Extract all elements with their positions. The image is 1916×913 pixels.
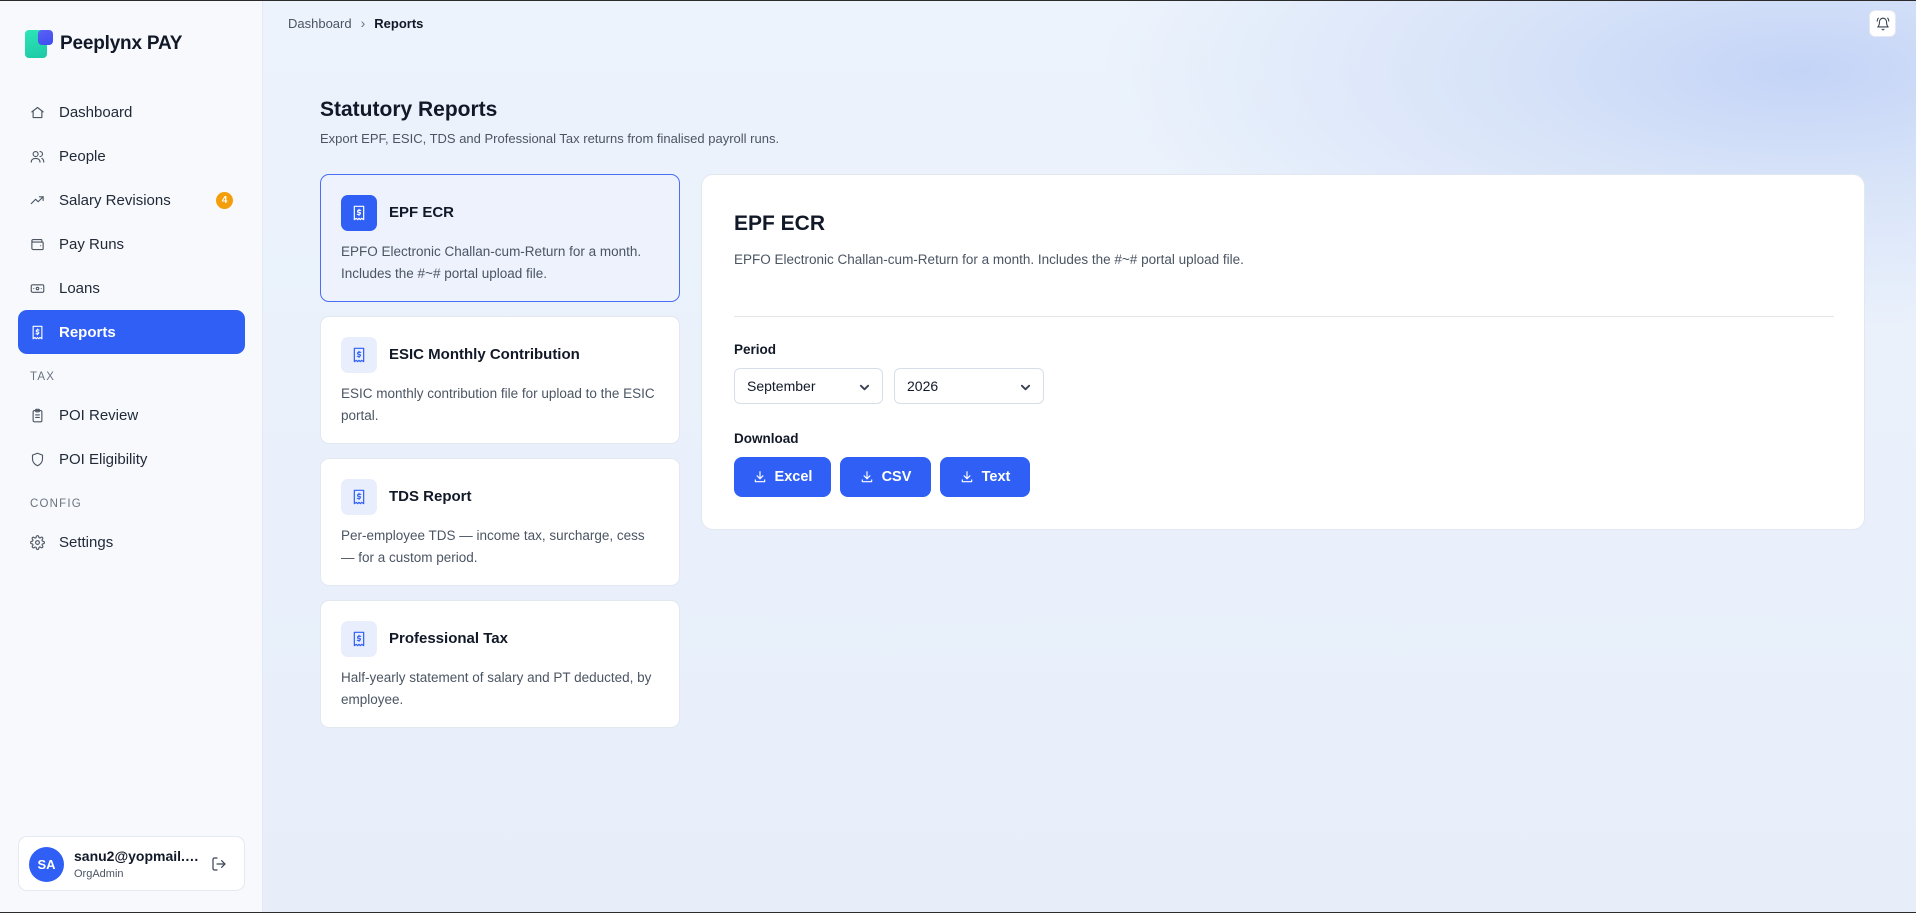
- receipt-icon: [353, 631, 365, 647]
- sidebar-item-salary-revisions[interactable]: Salary Revisions 4: [18, 178, 245, 222]
- receipt-icon: [353, 205, 365, 221]
- report-card-esic[interactable]: ESIC Monthly Contribution ESIC monthly c…: [320, 316, 680, 444]
- sidebar-item-poi-review[interactable]: POI Review: [18, 393, 245, 437]
- year-select-value: 2026: [907, 378, 939, 394]
- gear-icon: [30, 534, 45, 550]
- trending-up-icon: [30, 195, 44, 204]
- button-label: Text: [981, 469, 1011, 485]
- button-label: CSV: [881, 469, 912, 485]
- chevron-right-icon: ›: [360, 15, 366, 31]
- banknote-icon: [30, 283, 45, 293]
- brand-name: Peeplynx PAY: [60, 33, 183, 54]
- user-card[interactable]: SA sanu2@yopmail.com OrgAdmin: [18, 836, 245, 891]
- download-csv-button[interactable]: CSV: [840, 457, 931, 497]
- app-window: Peeplynx PAY Dashboard People Salary Rev…: [0, 0, 1916, 913]
- report-card-title: EPF ECR: [389, 204, 455, 221]
- chevron-down-icon: [1020, 384, 1031, 391]
- report-card-title: ESIC Monthly Contribution: [389, 346, 580, 363]
- notifications-button[interactable]: [1869, 10, 1896, 37]
- report-icon-wrap: [341, 479, 377, 515]
- download-icon: [861, 471, 872, 483]
- report-card-epf-ecr[interactable]: EPF ECR EPFO Electronic Challan-cum-Retu…: [320, 174, 680, 302]
- wallet-icon: [31, 238, 44, 250]
- sidebar-item-reports[interactable]: Reports: [18, 310, 245, 354]
- page-subtitle: Export EPF, ESIC, TDS and Professional T…: [320, 131, 780, 146]
- detail-title: EPF ECR: [734, 212, 826, 235]
- sidebar-item-dashboard[interactable]: Dashboard: [18, 90, 245, 134]
- breadcrumb: Dashboard › Reports: [288, 15, 423, 31]
- receipt-icon: [32, 325, 43, 339]
- receipt-icon: [353, 489, 365, 505]
- shield-icon: [31, 452, 44, 466]
- button-label: Excel: [774, 469, 813, 485]
- brand[interactable]: Peeplynx PAY: [25, 30, 182, 58]
- year-select[interactable]: 2026: [894, 368, 1044, 404]
- user-role: OrgAdmin: [74, 868, 124, 880]
- main-content: Dashboard › Reports Statutory Reports Ex…: [263, 1, 1916, 912]
- sidebar-item-people[interactable]: People: [18, 134, 245, 178]
- brand-logo: [25, 30, 53, 58]
- chevron-down-icon: [859, 384, 870, 391]
- user-email: sanu2@yopmail.com: [74, 848, 199, 864]
- nav-section-tax: TAX: [30, 371, 56, 383]
- home-icon: [31, 106, 44, 118]
- download-icon: [754, 471, 765, 483]
- count-badge: 4: [216, 192, 233, 209]
- users-icon: [30, 150, 45, 163]
- report-card-tds[interactable]: TDS Report Per-employee TDS — income tax…: [320, 458, 680, 586]
- sidebar-item-loans[interactable]: Loans: [18, 266, 245, 310]
- sidebar-item-settings[interactable]: Settings: [18, 520, 245, 564]
- bell-icon: [1876, 17, 1889, 30]
- breadcrumb-current: Reports: [374, 15, 424, 31]
- logout-button[interactable]: [211, 856, 227, 872]
- receipt-icon: [353, 347, 365, 363]
- sidebar: Peeplynx PAY Dashboard People Salary Rev…: [0, 1, 263, 912]
- divider: [734, 316, 1834, 317]
- report-card-desc: ESIC monthly contribution file for uploa…: [341, 386, 655, 423]
- report-card-desc: Per-employee TDS — income tax, surcharge…: [341, 528, 645, 565]
- report-card-desc: Half-yearly statement of salary and PT d…: [341, 670, 652, 707]
- sidebar-item-label: Reports: [59, 323, 116, 341]
- report-card-title: TDS Report: [389, 488, 472, 505]
- sidebar-item-label: People: [59, 147, 106, 165]
- sidebar-item-label: Salary Revisions: [59, 191, 171, 209]
- sidebar-item-label: POI Eligibility: [59, 450, 148, 468]
- month-select-value: September: [747, 378, 816, 394]
- report-icon-wrap: [341, 621, 377, 657]
- sidebar-item-label: Settings: [59, 533, 114, 551]
- detail-description: EPFO Electronic Challan-cum-Return for a…: [734, 252, 1244, 267]
- download-excel-button[interactable]: Excel: [734, 457, 831, 497]
- sidebar-item-poi-eligibility[interactable]: POI Eligibility: [18, 437, 245, 481]
- report-card-desc: EPFO Electronic Challan-cum-Return for a…: [341, 244, 642, 281]
- download-icon: [961, 471, 972, 483]
- breadcrumb-dashboard[interactable]: Dashboard: [288, 16, 352, 31]
- sidebar-item-label: POI Review: [59, 406, 139, 424]
- report-icon-wrap: [341, 195, 377, 231]
- sidebar-item-pay-runs[interactable]: Pay Runs: [18, 222, 245, 266]
- report-card-title: Professional Tax: [389, 630, 508, 647]
- sidebar-item-label: Pay Runs: [59, 235, 125, 253]
- clipboard-icon: [32, 408, 43, 422]
- logout-icon: [212, 857, 226, 871]
- report-icon-wrap: [341, 337, 377, 373]
- period-label: Period: [734, 342, 777, 357]
- month-select[interactable]: September: [734, 368, 883, 404]
- report-card-professional-tax[interactable]: Professional Tax Half-yearly statement o…: [320, 600, 680, 728]
- download-text-button[interactable]: Text: [940, 457, 1030, 497]
- nav-section-config: CONFIG: [30, 498, 82, 510]
- sidebar-item-label: Loans: [59, 279, 100, 297]
- avatar: SA: [29, 847, 64, 882]
- report-detail-panel: EPF ECR EPFO Electronic Challan-cum-Retu…: [701, 174, 1865, 530]
- page-title: Statutory Reports: [320, 98, 498, 121]
- download-label: Download: [734, 431, 799, 446]
- sidebar-item-label: Dashboard: [59, 103, 133, 121]
